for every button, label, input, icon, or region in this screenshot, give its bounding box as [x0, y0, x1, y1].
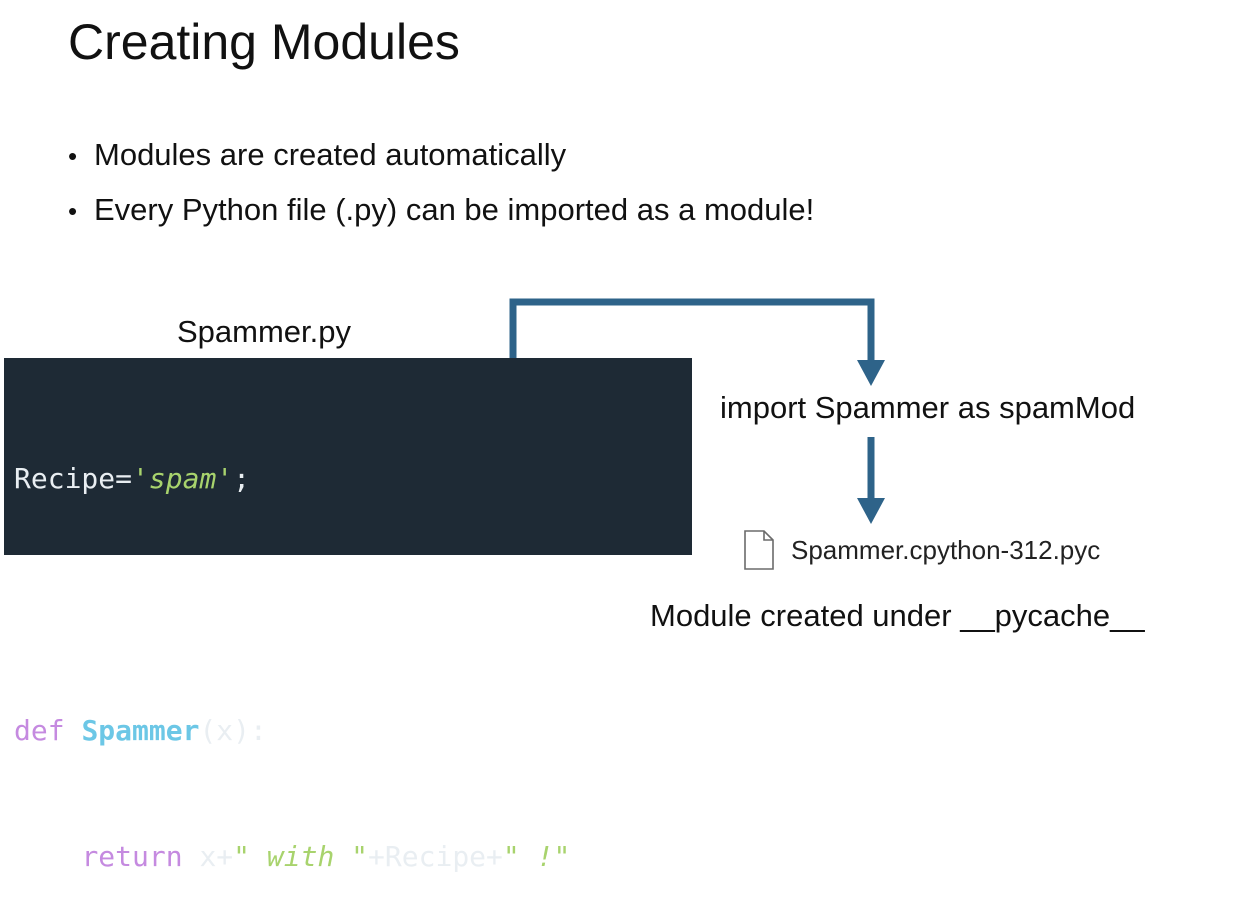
code-string: " with " [233, 840, 369, 873]
code-line: def Spammer(x): [14, 710, 682, 752]
file-icon [744, 530, 774, 570]
code-token: x+ [182, 840, 234, 873]
code-token: (x): [199, 714, 267, 747]
code-string: " !" [502, 840, 571, 873]
code-token: +Recipe+ [368, 840, 503, 873]
compiled-file-name: Spammer.cpython-312.pyc [791, 534, 1101, 565]
connector-line [509, 298, 875, 362]
import-statement: import Spammer as spamMod [720, 390, 1136, 425]
pycache-note: Module created under __pycache__ [650, 598, 1145, 633]
code-function-name: Spammer [81, 714, 200, 747]
code-line: return x+" with "+Recipe+" !" [14, 836, 682, 878]
arrow-head-down [857, 498, 885, 524]
code-keyword: def [14, 714, 82, 747]
arrow-head-down [857, 360, 885, 386]
code-keyword: return [81, 840, 183, 873]
compiled-file: Spammer.cpython-312.pyc [743, 530, 1100, 570]
